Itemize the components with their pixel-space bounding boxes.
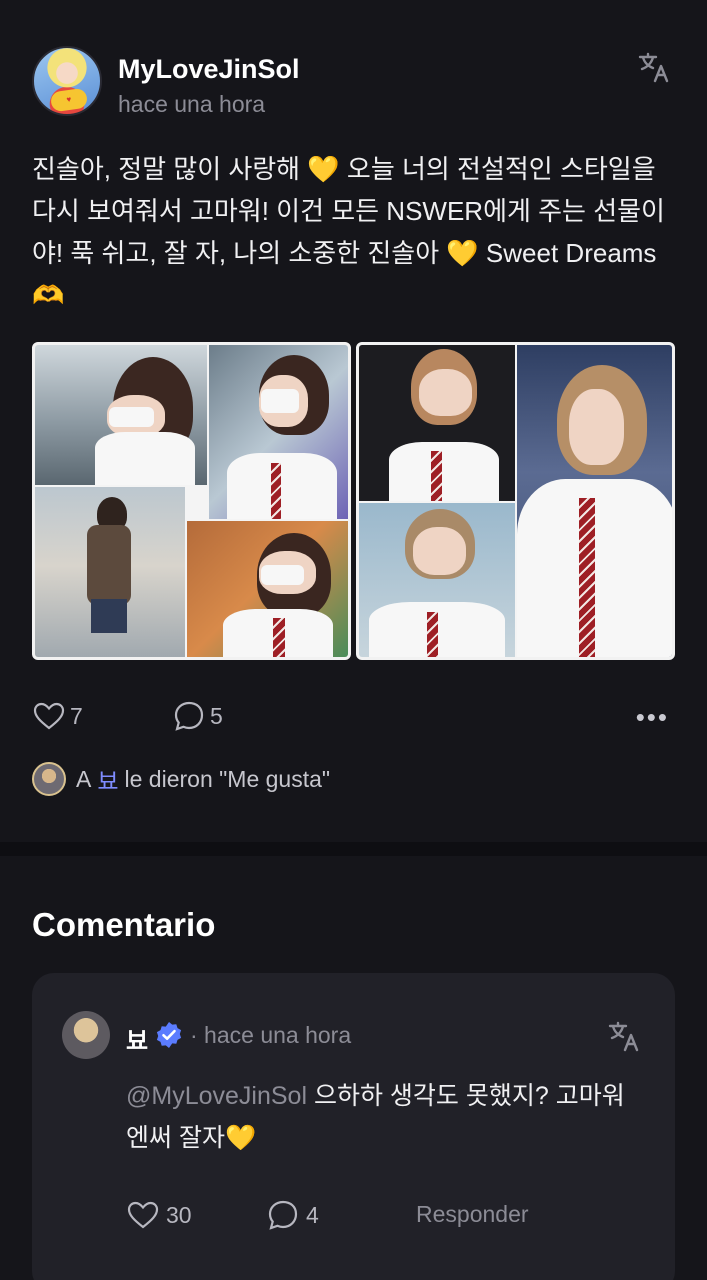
photo-tile xyxy=(359,345,515,501)
author-avatar[interactable]: ♥ xyxy=(32,46,102,116)
comment-like-count: 30 xyxy=(166,1201,192,1228)
verified-badge-icon xyxy=(156,1022,182,1048)
comment-card: 뵤 · hace una hora @MyLoveJinSol 으하하 생각도 … xyxy=(32,973,675,1280)
comment-like-button[interactable]: 30 xyxy=(126,1195,192,1235)
liked-by-prefix: A xyxy=(76,765,92,792)
like-button[interactable]: 7 xyxy=(32,696,83,736)
comment-text: @MyLoveJinSol 으하하 생각도 못했지? 고마워 엔써 잘자💛 xyxy=(126,1075,646,1159)
photo-tile xyxy=(359,503,515,657)
liker-avatar xyxy=(32,762,66,796)
comment-reply-count-button[interactable]: 4 xyxy=(266,1195,319,1235)
heart-icon xyxy=(127,1201,159,1229)
comment-timestamp: · hace una hora xyxy=(190,1022,352,1048)
post-header: ♥ MyLoveJinSol hace una hora xyxy=(32,46,675,118)
liked-by-suffix: le dieron "Me gusta" xyxy=(124,765,331,792)
post-body-text: 진솔아, 정말 많이 사랑해 💛 오늘 너의 전설적인 스타일을 다시 보여줘서… xyxy=(32,154,665,310)
photo-tile xyxy=(35,345,207,485)
post-media[interactable] xyxy=(32,342,675,660)
post-detail-page: ♥ MyLoveJinSol hace una hora 진솔아, 정말 많이 … xyxy=(0,0,707,1280)
translate-icon[interactable] xyxy=(607,1019,641,1053)
section-divider xyxy=(0,842,707,856)
photo-tile xyxy=(517,345,672,657)
like-count: 7 xyxy=(70,702,83,729)
comment-icon xyxy=(268,1200,298,1230)
more-icon[interactable]: ••• xyxy=(636,702,669,733)
liked-by-row[interactable]: A 뵤 le dieron "Me gusta" xyxy=(32,761,330,797)
comment-mention[interactable]: @MyLoveJinSol xyxy=(126,1082,307,1110)
media-image-1[interactable] xyxy=(32,342,351,660)
photo-tile xyxy=(35,487,185,657)
commenter-name[interactable]: 뵤 xyxy=(126,1021,148,1056)
comment-count: 5 xyxy=(210,702,223,729)
post-actions: 7 5 ••• xyxy=(32,696,675,736)
reply-button[interactable]: Responder xyxy=(416,1201,529,1228)
post-timestamp: hace una hora xyxy=(118,91,266,117)
photo-tile xyxy=(187,521,348,657)
photo-tile xyxy=(209,345,348,519)
comments-heading: Comentario xyxy=(32,906,216,943)
translate-icon[interactable] xyxy=(637,50,671,84)
heart-icon xyxy=(33,702,65,730)
comment-reply-count: 4 xyxy=(306,1201,319,1228)
liker-name[interactable]: 뵤 xyxy=(97,762,118,796)
avatar-heart-sticker: ♥ xyxy=(49,87,89,113)
comment-icon xyxy=(174,701,204,731)
commenter-avatar[interactable] xyxy=(62,1011,110,1059)
comment-button[interactable]: 5 xyxy=(172,696,223,736)
media-image-2[interactable] xyxy=(356,342,675,660)
comment-actions: 30 4 Responder xyxy=(126,1195,646,1235)
author-username[interactable]: MyLoveJinSol xyxy=(118,54,300,85)
